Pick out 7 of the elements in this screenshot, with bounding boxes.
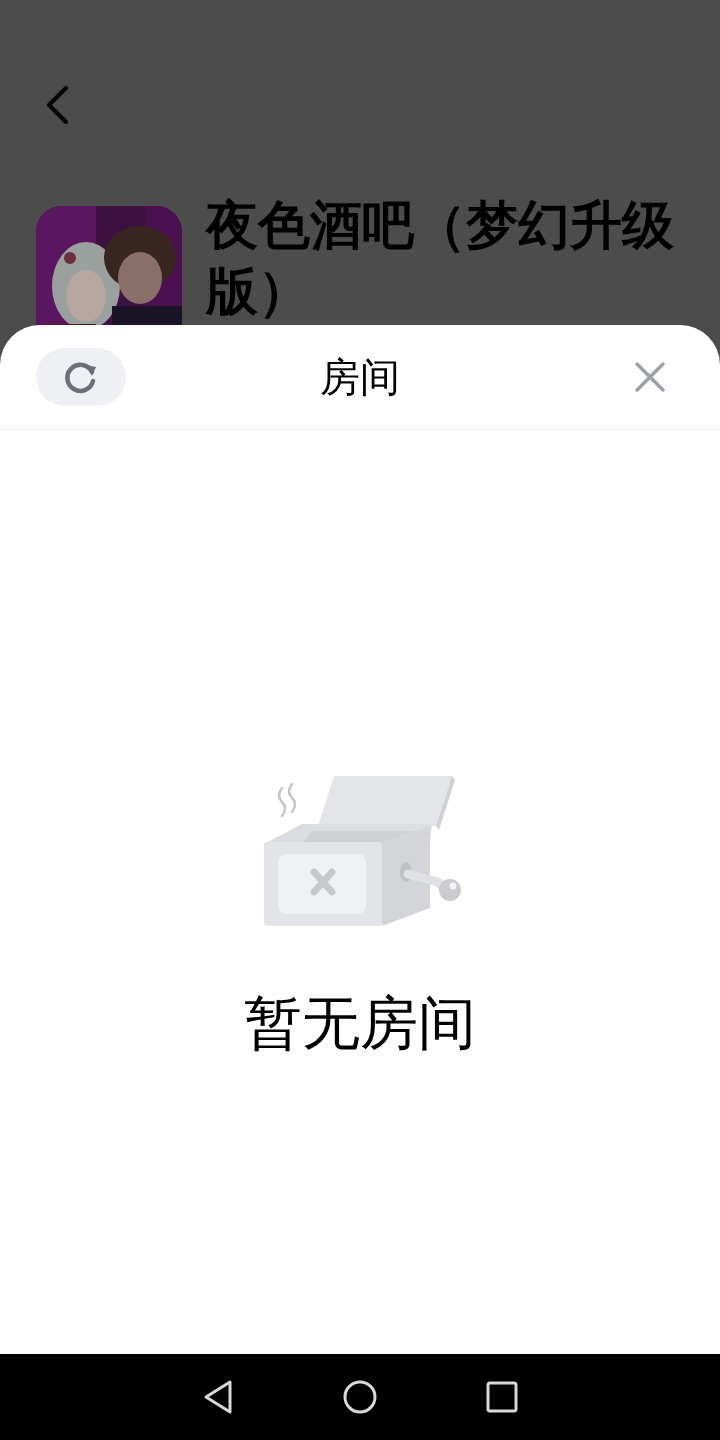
recents-icon[interactable] [486,1381,518,1413]
home-icon[interactable] [342,1379,378,1415]
empty-message: 暂无房间 [244,989,476,1057]
sheet-title: 房间 [320,354,400,401]
close-icon[interactable] [634,361,666,393]
back-icon[interactable] [202,1379,234,1415]
game-title: 夜色酒吧（梦幻升级版） [206,195,675,322]
